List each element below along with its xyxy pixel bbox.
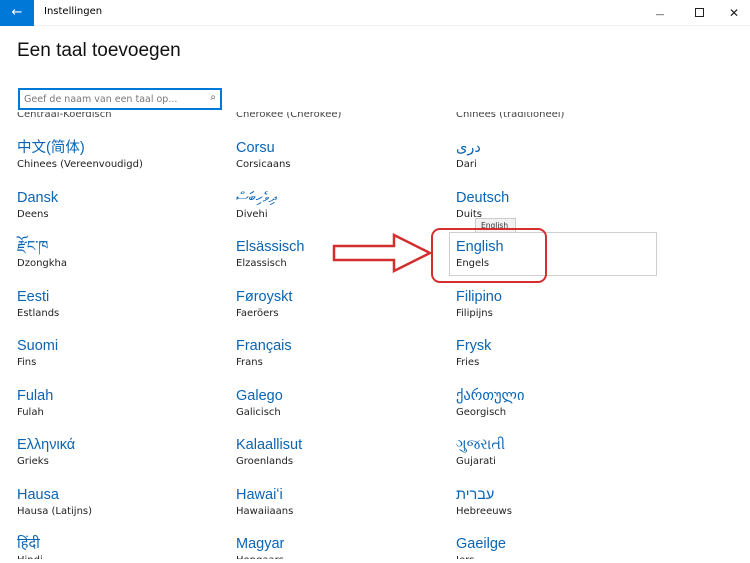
language-native-name: Hausa — [17, 487, 59, 503]
annotation-arrow-icon — [332, 233, 432, 273]
language-native-name: Suomi — [17, 338, 59, 354]
language-native-name: Français — [236, 338, 292, 354]
language-native-name: Føroyskt — [236, 289, 293, 305]
title-bar: ← Instellingen — ✕ — [0, 0, 750, 26]
language-item[interactable]: Hawaiʻi Hawaiiaans — [236, 486, 446, 518]
language-native-name: Corsu — [236, 140, 275, 156]
list-item-cutoff: Centraal-Koerdisch — [17, 112, 112, 120]
search-box[interactable]: ⌕ — [18, 88, 222, 110]
language-native-name: دری — [456, 140, 481, 156]
language-dutch-name: Gujarati — [456, 456, 496, 467]
language-dutch-name: Divehi — [236, 209, 268, 220]
language-dutch-name: Filipijns — [456, 308, 493, 319]
app-title: Instellingen — [44, 6, 103, 17]
language-dutch-name: Estlands — [17, 308, 60, 319]
language-native-name: Eesti — [17, 289, 50, 305]
back-arrow-icon: ← — [11, 5, 23, 20]
search-input[interactable] — [24, 92, 202, 106]
viewport-edge — [0, 559, 750, 563]
language-native-name: Hawaiʻi — [236, 487, 283, 503]
language-dutch-name: Fins — [17, 357, 37, 368]
language-dutch-name: Deens — [17, 209, 49, 220]
language-native-name: ދިވެހިބަސް — [236, 190, 277, 206]
annotation-highlight-box — [431, 228, 547, 283]
language-item[interactable]: ქართული Georgisch — [456, 387, 666, 419]
language-item[interactable]: עברית Hebreeuws — [456, 486, 666, 518]
language-dutch-name: Frans — [236, 357, 263, 368]
language-native-name: Frysk — [456, 338, 492, 354]
language-native-name: 中文(简体) — [17, 140, 85, 156]
language-dutch-name: Galicisch — [236, 407, 281, 418]
close-button[interactable]: ✕ — [716, 3, 750, 23]
language-item[interactable]: Galego Galicisch — [236, 387, 446, 419]
language-item[interactable]: Kalaallisut Groenlands — [236, 436, 446, 468]
language-dutch-name: Dari — [456, 159, 477, 170]
language-item[interactable]: Hausa Hausa (Latijns) — [17, 486, 227, 518]
language-item[interactable]: 中文(简体) Chinees (Vereenvoudigd) — [17, 139, 227, 171]
language-item[interactable]: Filipino Filipijns — [456, 288, 666, 320]
language-native-name: Magyar — [236, 536, 285, 552]
language-item[interactable]: རྫོང་ཁ Dzongkha — [17, 238, 227, 270]
language-item[interactable]: Corsu Corsicaans — [236, 139, 446, 171]
language-native-name: Kalaallisut — [236, 437, 303, 453]
language-item[interactable]: Fulah Fulah — [17, 387, 227, 419]
language-item[interactable]: Eesti Estlands — [17, 288, 227, 320]
language-dutch-name: Faeröers — [236, 308, 279, 319]
language-dutch-name: Hawaiiaans — [236, 506, 294, 517]
language-item[interactable]: Føroyskt Faeröers — [236, 288, 446, 320]
back-button[interactable]: ← — [0, 0, 34, 26]
language-native-name: རྫོང་ཁ — [17, 239, 49, 255]
minimize-icon: — — [655, 10, 665, 20]
language-dutch-name: Hausa (Latijns) — [17, 506, 93, 517]
language-native-name: ગુજરાતી — [456, 437, 506, 453]
language-dutch-name: Corsicaans — [236, 159, 291, 170]
language-native-name: Fulah — [17, 388, 54, 404]
language-native-name: ქართული — [456, 388, 525, 404]
list-item-cutoff: Chinees (traditioneel) — [456, 112, 565, 120]
search-icon[interactable]: ⌕ — [210, 92, 216, 103]
language-item[interactable]: Français Frans — [236, 337, 446, 369]
language-dutch-name: Grieks — [17, 456, 49, 467]
list-item-cutoff: Cherokee (Cherokee) — [236, 112, 342, 120]
language-native-name: Ελληνικά — [17, 437, 76, 453]
language-dutch-name: Georgisch — [456, 407, 507, 418]
language-dutch-name: Groenlands — [236, 456, 294, 467]
language-item[interactable]: Deutsch Duits — [456, 189, 666, 221]
language-item[interactable]: ދިވެހިބަސް Divehi — [236, 189, 446, 221]
language-native-name: Filipino — [456, 289, 502, 305]
language-dutch-name: Chinees (Vereenvoudigd) — [17, 159, 143, 170]
language-dutch-name: Fries — [456, 357, 480, 368]
language-item[interactable]: Dansk Deens — [17, 189, 227, 221]
language-dutch-name: Fulah — [17, 407, 44, 418]
language-item[interactable]: دری Dari — [456, 139, 666, 171]
maximize-icon — [694, 8, 704, 17]
minimize-button[interactable]: — — [642, 3, 678, 23]
language-dutch-name: Hebreeuws — [456, 506, 512, 517]
language-item[interactable]: Ελληνικά Grieks — [17, 436, 227, 468]
language-item[interactable]: Suomi Fins — [17, 337, 227, 369]
language-native-name: Dansk — [17, 190, 59, 206]
language-native-name: हिंदी — [17, 536, 40, 552]
language-dutch-name: Dzongkha — [17, 258, 68, 269]
maximize-button[interactable] — [681, 3, 717, 23]
page-title: Een taal toevoegen — [17, 40, 181, 61]
language-item[interactable]: ગુજરાતી Gujarati — [456, 436, 666, 468]
language-item[interactable]: Frysk Fries — [456, 337, 666, 369]
language-native-name: עברית — [456, 487, 495, 503]
language-native-name: Galego — [236, 388, 283, 404]
language-native-name: Gaeilge — [456, 536, 506, 552]
language-native-name: Deutsch — [456, 190, 510, 206]
close-icon: ✕ — [728, 6, 740, 20]
